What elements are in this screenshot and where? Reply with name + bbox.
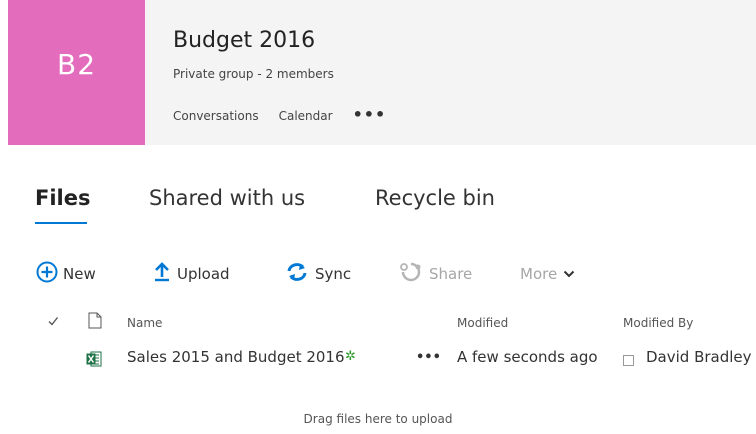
more-label: More: [520, 265, 558, 283]
column-header-modified-by[interactable]: Modified By: [623, 316, 693, 330]
file-list-header: Name Modified Modified By: [0, 312, 756, 336]
sync-icon: [286, 262, 308, 286]
group-more-button[interactable]: •••: [353, 105, 387, 124]
group-initials: B2: [56, 48, 97, 81]
group-subtitle: Private group - 2 members: [173, 67, 334, 81]
file-actions-button[interactable]: •••: [416, 350, 441, 365]
file-modified: A few seconds ago: [457, 348, 598, 366]
new-button[interactable]: New: [36, 258, 96, 290]
upload-arrow-icon: [154, 262, 170, 286]
new-item-sparkle-icon: ✲: [345, 349, 356, 364]
file-name-link[interactable]: Sales 2015 and Budget 2016: [127, 348, 345, 366]
share-label: Share: [429, 265, 473, 283]
nav-calendar[interactable]: Calendar: [279, 109, 333, 123]
upload-label: Upload: [177, 265, 230, 283]
group-nav: Conversations Calendar •••: [173, 105, 386, 124]
sync-button[interactable]: Sync: [286, 258, 351, 290]
add-circle-icon: [36, 261, 58, 287]
presence-indicator-icon: [623, 352, 634, 370]
file-modified-by[interactable]: David Bradley: [646, 348, 752, 366]
share-button[interactable]: Share: [400, 258, 472, 290]
group-title: Budget 2016: [173, 28, 316, 53]
excel-file-icon: [86, 350, 102, 372]
file-row[interactable]: Sales 2015 and Budget 2016 ✲ ••• A few s…: [0, 348, 756, 382]
sync-label: Sync: [315, 265, 352, 283]
group-avatar-tile[interactable]: B2: [8, 0, 145, 145]
nav-conversations[interactable]: Conversations: [173, 109, 259, 123]
more-button[interactable]: More: [520, 258, 575, 290]
tab-files[interactable]: Files: [35, 186, 90, 210]
chevron-down-icon: [563, 265, 575, 283]
select-all-checkmark-icon[interactable]: [47, 315, 59, 330]
tab-shared-with-us[interactable]: Shared with us: [149, 186, 305, 210]
column-header-name[interactable]: Name: [127, 316, 162, 330]
upload-button[interactable]: Upload: [154, 258, 230, 290]
share-icon: [400, 262, 422, 286]
file-type-icon: [88, 312, 102, 332]
drag-drop-hint: Drag files here to upload: [303, 412, 453, 426]
active-tab-indicator: [35, 222, 87, 224]
column-header-modified[interactable]: Modified: [457, 316, 508, 330]
new-label: New: [63, 265, 96, 283]
tab-recycle-bin[interactable]: Recycle bin: [375, 186, 495, 210]
